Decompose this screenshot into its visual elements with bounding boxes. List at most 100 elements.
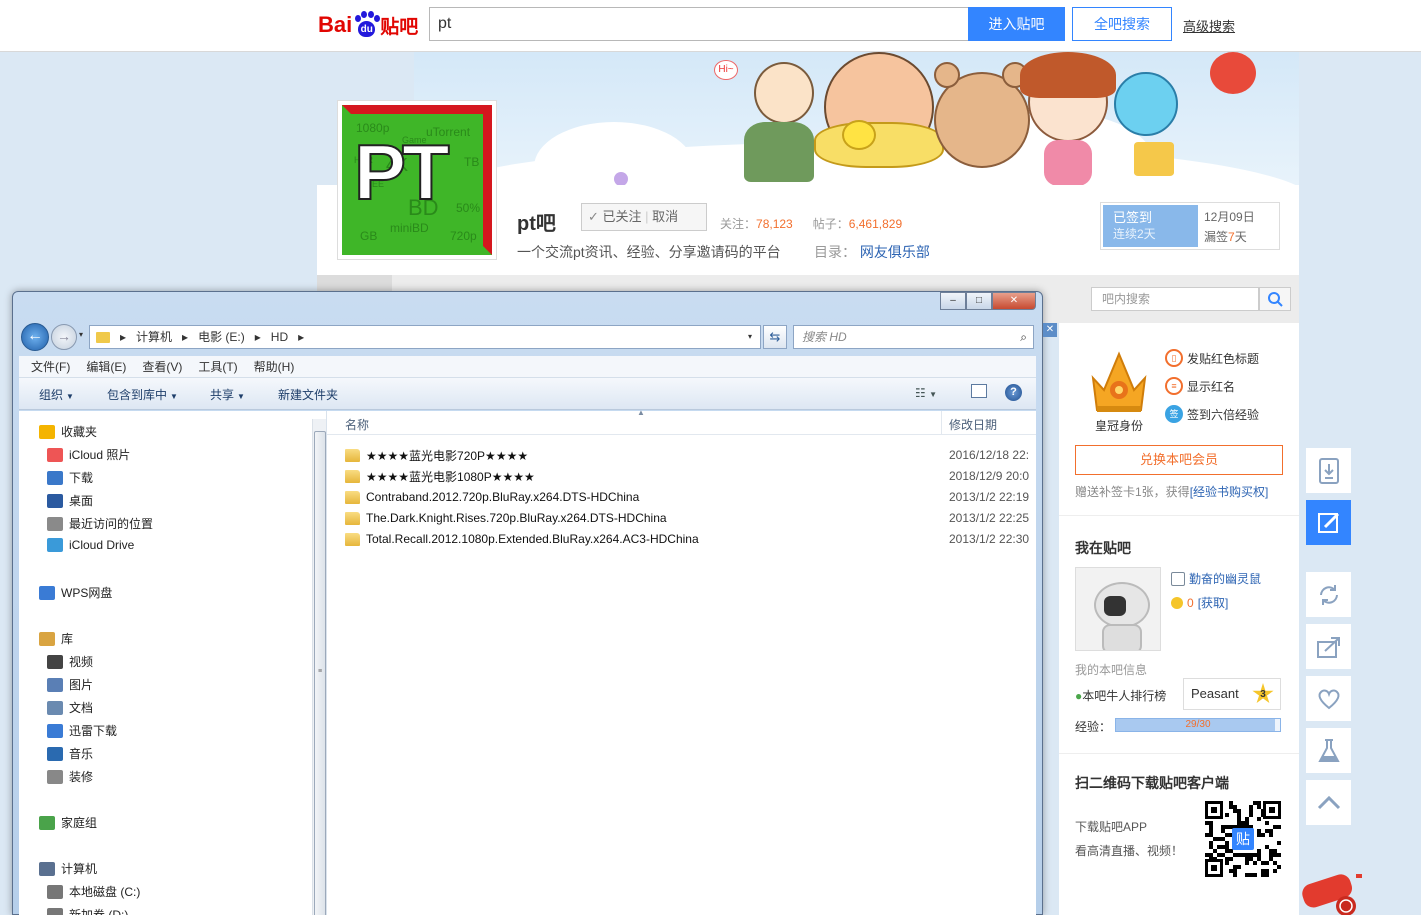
menu-help[interactable]: 帮助(H) [246, 356, 303, 377]
followed-label: 已关注 [602, 209, 642, 224]
nav-item-label: 装修 [69, 770, 94, 784]
file-row[interactable]: Contraband.2012.720p.BluRay.x264.DTS-HDC… [345, 487, 1035, 507]
folder-search-input[interactable]: 搜索 HD ⌕ [793, 325, 1034, 349]
exp-progress-bar: 29/30 [1115, 718, 1281, 732]
cannon-icon[interactable] [1300, 868, 1366, 915]
nav-item[interactable]: 库 [39, 630, 73, 647]
advanced-search-link[interactable]: 高级搜索 [1183, 16, 1235, 35]
close-button[interactable]: ✕ [992, 292, 1036, 310]
refresh-button[interactable]: ⇆ [763, 325, 787, 349]
forum-stats: 关注：78,123 帖子：6,461,829 [720, 217, 903, 231]
forum-banner: Hi~ [414, 52, 1299, 185]
forum-name[interactable]: pt吧 [517, 207, 556, 236]
breadcrumb-drive[interactable]: 电影 (E:) [198, 326, 245, 348]
flask-icon[interactable] [1306, 728, 1351, 773]
menu-view[interactable]: 查看(V) [134, 356, 190, 377]
organize-button[interactable]: 组织 ▼ [39, 386, 74, 403]
nav-item[interactable]: 新加卷 (D:) [47, 906, 128, 915]
baidu-tieba-logo[interactable]: Bai du 贴吧 [318, 8, 418, 42]
nav-item[interactable]: WPS网盘 [39, 584, 112, 601]
username[interactable]: 勤奋的幽灵鼠 [1171, 570, 1261, 587]
search-all-button[interactable]: 全吧搜索 [1072, 7, 1172, 41]
nav-item[interactable]: 家庭组 [39, 814, 97, 831]
nav-item[interactable]: 桌面 [47, 492, 93, 509]
file-row[interactable]: ★★★★蓝光电影1080P★★★★ 2018/12/9 20:0 [345, 466, 1035, 486]
forum-search-input[interactable]: 吧内搜索 [1091, 287, 1259, 311]
exp-book-link[interactable]: [经验书购买权] [1190, 485, 1269, 499]
signin-button[interactable]: 已签到 连续2天 [1103, 205, 1198, 247]
menu-edit[interactable]: 编辑(E) [78, 356, 134, 377]
close-icon[interactable]: ✕ [1043, 323, 1057, 337]
nav-item[interactable]: iCloud Drive [47, 538, 134, 552]
help-icon[interactable]: ? [1005, 384, 1022, 401]
search-input[interactable]: pt [429, 7, 969, 41]
edit-icon[interactable] [1306, 500, 1351, 545]
back-arrow-icon[interactable]: ← [21, 323, 49, 351]
menu-file[interactable]: 文件(F) [23, 356, 78, 377]
nav-item[interactable]: 本地磁盘 (C:) [47, 883, 140, 900]
minimize-button[interactable]: – [940, 292, 966, 310]
menu-tools[interactable]: 工具(T) [190, 356, 245, 377]
thunder-download-icon [47, 723, 63, 738]
refresh-icon[interactable] [1306, 572, 1351, 617]
nav-item[interactable]: 收藏夹 [39, 423, 97, 440]
computer-icon [39, 861, 55, 876]
video-icon [47, 654, 63, 669]
search-icon [1268, 292, 1283, 307]
unfollow-button[interactable]: 取消 [652, 209, 678, 224]
preview-pane-icon[interactable] [971, 384, 987, 398]
redeem-member-button[interactable]: 兑换本吧会员 [1075, 445, 1283, 475]
download-icon[interactable] [1306, 448, 1351, 493]
nav-scroll-thumb[interactable]: ≡ [314, 431, 326, 915]
file-row[interactable]: ★★★★蓝光电影720P★★★★ 2016/12/18 22: [345, 445, 1035, 465]
nav-item[interactable]: iCloud 照片 [47, 446, 130, 463]
address-bar[interactable]: ▸ 计算机 ▸ 电影 (E:) ▸ HD ▸ ▾ [89, 325, 761, 349]
back-to-top-icon[interactable] [1306, 780, 1351, 825]
forum-search-button[interactable] [1259, 287, 1291, 311]
file-row[interactable]: The.Dark.Knight.Rises.720p.BluRay.x264.D… [345, 508, 1035, 528]
address-dropdown-icon[interactable]: ▾ [748, 326, 752, 348]
search-icon: ⌕ [1020, 330, 1027, 344]
history-dropdown-icon[interactable]: ▾ [79, 330, 83, 339]
nav-scrollbar[interactable]: ≡ [312, 419, 326, 915]
folder-icon [345, 469, 360, 483]
nav-item[interactable]: 最近访问的位置 [47, 515, 153, 532]
file-name: ★★★★蓝光电影720P★★★★ [366, 448, 529, 463]
share-button[interactable]: 共享 ▼ [210, 386, 245, 403]
message-icon: ≡ [1165, 377, 1183, 395]
catalog-link[interactable]: 网友俱乐部 [860, 244, 930, 260]
signin-info: 12月09日 漏签7天 [1204, 207, 1255, 247]
signin-date: 12月09日 [1204, 210, 1255, 224]
nav-item[interactable]: 计算机 [39, 860, 97, 877]
avatar[interactable] [1075, 567, 1161, 651]
nav-item[interactable]: 图片 [47, 676, 93, 693]
nav-item[interactable]: 下载 [47, 469, 93, 486]
nav-item[interactable]: 迅雷下载 [47, 722, 117, 739]
new-folder-button[interactable]: 新建文件夹 [278, 386, 338, 403]
nav-item[interactable]: 音乐 [47, 745, 93, 762]
forum-logo[interactable]: 1080p uTorrent 4K TB FREE BD GB miniBD 7… [337, 100, 497, 260]
breadcrumb-computer[interactable]: 计算机 [136, 326, 172, 348]
nav-item[interactable]: 装修 [47, 768, 93, 785]
column-name[interactable]: 名称 [345, 416, 369, 433]
breadcrumb-sep-icon: ▸ [254, 330, 261, 344]
icloud-drive-icon [47, 538, 63, 552]
ranking-link[interactable]: ●本吧牛人排行榜 [1075, 687, 1166, 704]
pictures-icon [47, 677, 63, 692]
nav-item[interactable]: 文档 [47, 699, 93, 716]
include-in-library-button[interactable]: 包含到库中 ▼ [107, 386, 178, 403]
forward-arrow-icon[interactable]: → [51, 324, 77, 350]
logo-text-du: du [358, 21, 376, 37]
file-row[interactable]: Total.Recall.2012.1080p.Extended.BluRay.… [345, 529, 1035, 549]
get-coins-link[interactable]: [获取] [1198, 594, 1229, 611]
breadcrumb-folder[interactable]: HD [271, 326, 288, 348]
enter-forum-button[interactable]: 进入贴吧 [968, 7, 1065, 41]
share-icon[interactable] [1306, 624, 1351, 669]
view-options-button[interactable]: ☷ ▼ [915, 386, 937, 400]
follow-count: 78,123 [756, 217, 793, 231]
heart-icon[interactable] [1306, 676, 1351, 721]
nav-item[interactable]: 视频 [47, 653, 93, 670]
maximize-button[interactable]: □ [966, 292, 992, 310]
perk-red-name: ≡ 显示红名 [1165, 377, 1235, 395]
column-date[interactable]: 修改日期 [949, 416, 997, 433]
